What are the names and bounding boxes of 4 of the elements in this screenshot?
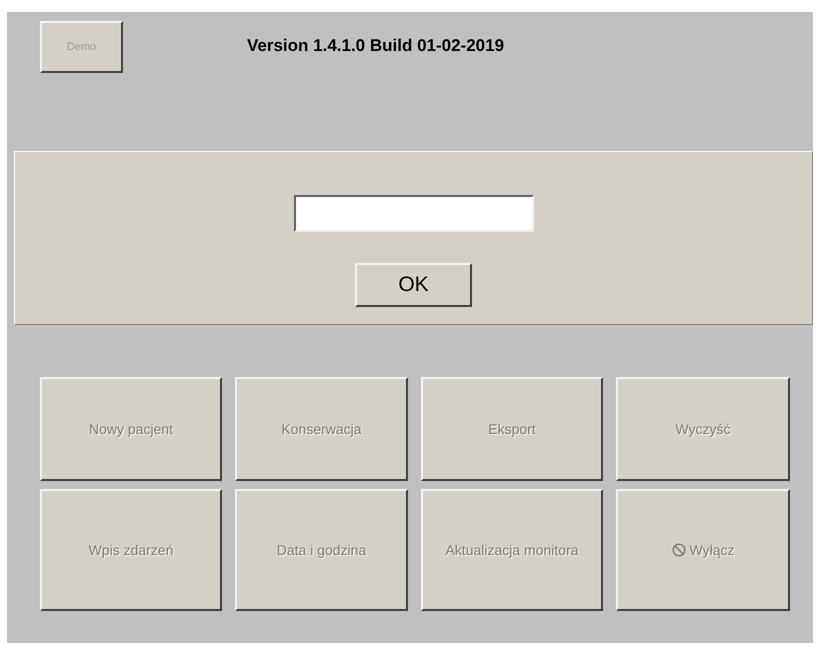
password-field[interactable] xyxy=(294,195,534,232)
ok-button[interactable]: OK xyxy=(355,263,472,307)
version-label: Version 1.4.1.0 Build 01-02-2019 xyxy=(247,35,504,57)
no-entry-icon xyxy=(672,543,686,557)
